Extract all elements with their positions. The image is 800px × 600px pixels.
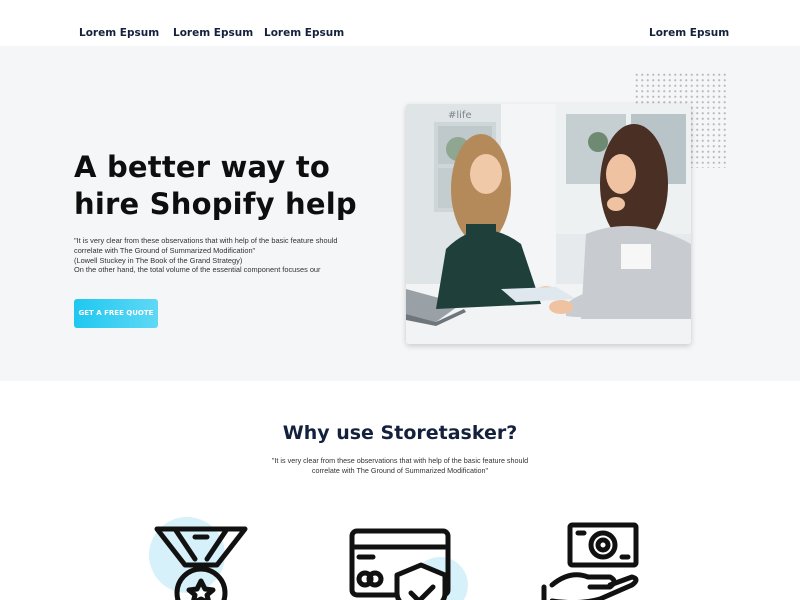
feature-secure-payment [345,515,468,600]
photo-sign-text: #life [448,110,472,121]
nav-link-2[interactable]: Lorem Epsum [173,27,253,39]
hero-photo: #life [406,104,691,344]
get-free-quote-button[interactable]: GET A FREE QUOTE [74,299,158,328]
money-hand-icon [541,522,639,600]
why-section-title: Why use Storetasker? [282,422,518,444]
hero-title: A better way to hire Shopify help [74,149,394,223]
feature-money [540,515,650,600]
hero-quote-line-2: correlate with The Ground of Summarized … [74,245,256,255]
feature-medal [145,515,255,600]
hero-section: A better way to hire Shopify help "It is… [0,46,800,381]
hero-quote-line-1: "It is very clear from these observation… [74,236,338,245]
why-subtitle-line-1: "It is very clear from these observation… [271,456,529,465]
hero-quote: "It is very clear from these observation… [74,236,374,275]
hero-quote-line-4: On the other hand, the total volume of t… [74,265,321,275]
top-nav: Lorem Epsum Lorem Epsum Lorem Epsum Lore… [0,0,800,46]
nav-link-3[interactable]: Lorem Epsum [264,27,344,39]
credit-card-shield-icon [349,528,468,600]
medal-icon [149,517,248,600]
hero-title-line-2: hire Shopify help [74,187,357,221]
two-women-meeting-image: #life [406,104,691,344]
why-section-subtitle: "It is very clear from these observation… [0,456,800,475]
nav-link-1[interactable]: Lorem Epsum [79,27,159,39]
hero-title-line-1: A better way to [74,150,331,184]
why-subtitle-line-2: correlate with The Ground of Summarized … [311,465,489,475]
nav-link-4[interactable]: Lorem Epsum [649,27,729,39]
hero-quote-line-3: (Lowell Stuckey in The Book of the Grand… [74,255,243,265]
